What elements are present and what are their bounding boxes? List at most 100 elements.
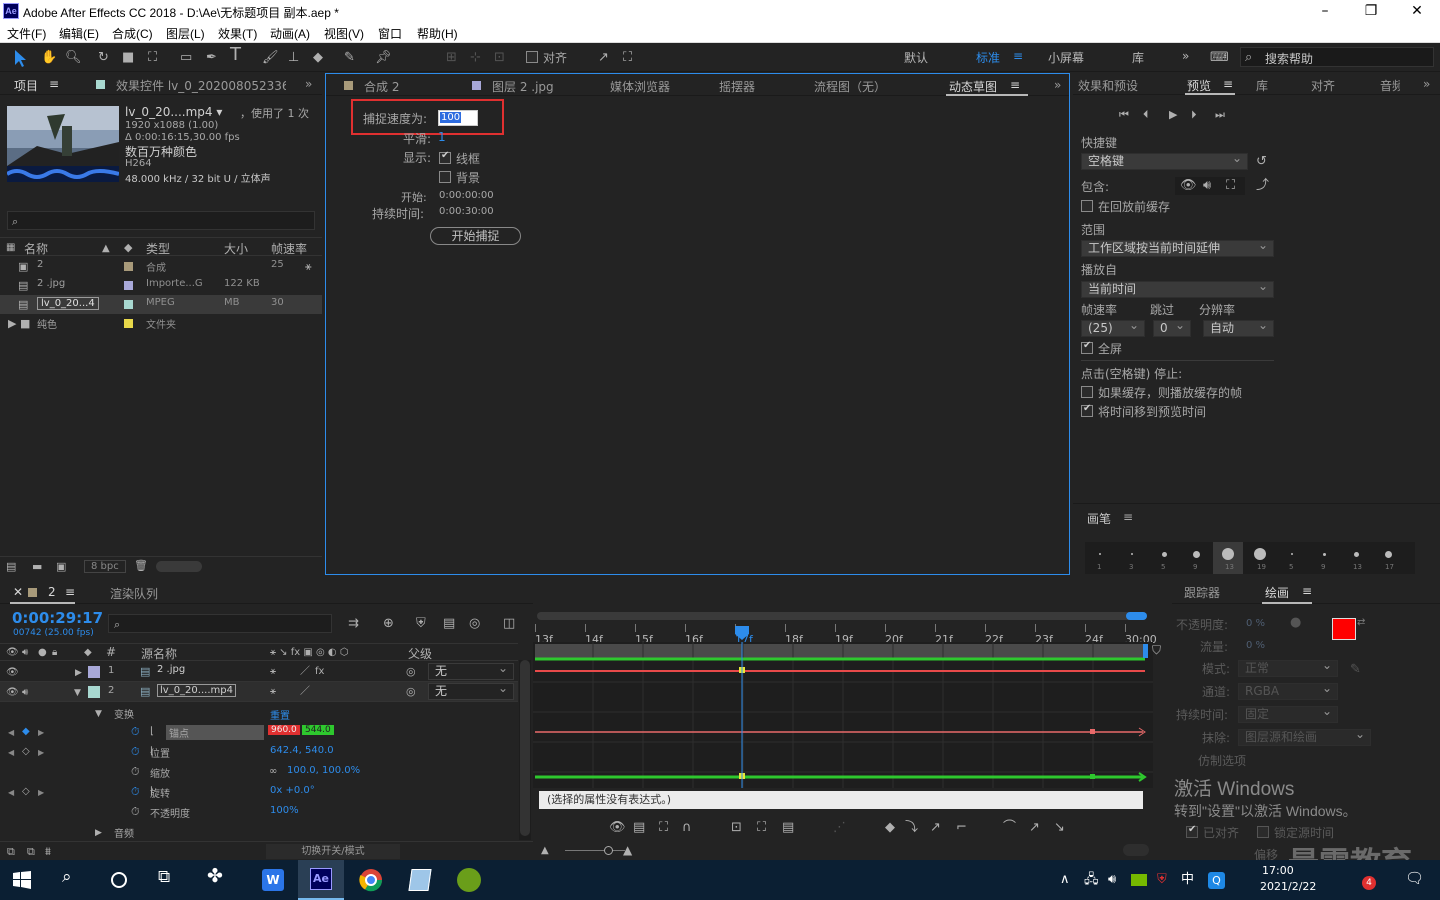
ime-indicator[interactable]: 中 bbox=[1181, 873, 1194, 886]
panel-more-icon[interactable]: » bbox=[305, 77, 312, 91]
graph-toggle-icon[interactable]: ⌊ bbox=[150, 725, 154, 738]
layer-audio-icon[interactable]: 🔊︎ bbox=[22, 686, 28, 699]
chrome-icon[interactable] bbox=[359, 868, 383, 892]
brush-tip[interactable]: 13 bbox=[1341, 542, 1371, 574]
tab-preview[interactable]: 预览 bbox=[1187, 77, 1211, 94]
cortana-icon[interactable] bbox=[111, 872, 127, 888]
roto-brush-tool-icon[interactable]: ✎ bbox=[344, 51, 355, 64]
layer-quality-switch[interactable]: ／ bbox=[300, 665, 310, 678]
keyframe-diamond-icon[interactable]: ◆ bbox=[22, 725, 30, 738]
project-item-row[interactable]: ▶ ■ 纯色 文件夹 bbox=[0, 314, 322, 333]
flow-value[interactable]: 0 % bbox=[1246, 640, 1265, 651]
export-icon[interactable]: ⤴ bbox=[1256, 179, 1269, 192]
tab-timeline-comp[interactable]: 2 bbox=[48, 585, 56, 599]
tab-paint[interactable]: 绘画 bbox=[1265, 584, 1289, 601]
item-label-color[interactable] bbox=[124, 281, 133, 290]
col-source-name[interactable]: 源名称 bbox=[141, 645, 177, 662]
expression-field[interactable]: (选择的属性没有表达式。) bbox=[539, 791, 1143, 809]
project-item-row[interactable]: ▤ lv_0_20...4 MPEG MB 30 bbox=[0, 295, 322, 314]
include-overlays-icon[interactable]: ⛶ bbox=[1226, 179, 1235, 192]
view-axis-icon[interactable]: ⊡ bbox=[494, 51, 505, 64]
close-button[interactable]: ✕ bbox=[1394, 0, 1440, 23]
opacity-value[interactable]: 0 % bbox=[1246, 618, 1265, 629]
brush-tip[interactable]: 5 bbox=[1277, 542, 1307, 574]
brush-tip[interactable]: 9 bbox=[1181, 542, 1211, 574]
next-keyframe-icon[interactable]: ▶ bbox=[38, 726, 44, 739]
menu-help[interactable]: 帮助(H) bbox=[417, 25, 458, 42]
brush-tip[interactable]: 3 bbox=[1117, 542, 1147, 574]
tab-motion-sketch[interactable]: 动态草图 bbox=[949, 78, 997, 95]
first-frame-icon[interactable]: ⏮ bbox=[1119, 108, 1129, 121]
ae-taskbar-active[interactable]: Ae bbox=[298, 860, 344, 900]
windows-start-icon[interactable] bbox=[13, 871, 31, 889]
workspace-standard[interactable]: 标准 bbox=[976, 49, 1000, 66]
menu-layer[interactable]: 图层(L) bbox=[166, 25, 205, 42]
workspace-small-screen[interactable]: 小屏幕 bbox=[1048, 49, 1084, 66]
in-out-icon[interactable]: ⩩ bbox=[45, 845, 51, 858]
property-value[interactable]: 642.4, 540.0 bbox=[270, 745, 334, 756]
layer-expand-icon[interactable]: ▼ bbox=[74, 687, 81, 700]
selection-tool-icon[interactable] bbox=[10, 48, 30, 68]
shy-layers-icon[interactable]: ⛨ bbox=[416, 617, 426, 630]
prev-keyframe-icon[interactable]: ◀ bbox=[8, 786, 14, 799]
col-type[interactable]: 类型 bbox=[146, 240, 170, 257]
timeline-scroll-thumb[interactable] bbox=[520, 660, 530, 836]
help-search-box[interactable]: ⌕ 搜索帮助 bbox=[1240, 47, 1434, 67]
security-icon[interactable]: ⛨ bbox=[1157, 873, 1167, 886]
layer-eye-icon[interactable]: 👁︎ bbox=[6, 686, 19, 699]
property-value[interactable]: 100.0, 100.0% bbox=[287, 765, 360, 776]
snap-icon[interactable]: ↗ bbox=[598, 51, 609, 64]
camera-tool-icon[interactable]: ■ bbox=[122, 51, 134, 64]
action-center-icon[interactable]: 🗨︎ bbox=[1405, 871, 1424, 886]
current-timecode[interactable]: 0:00:29:17 bbox=[12, 609, 103, 627]
zoom-slider-track[interactable] bbox=[565, 850, 625, 851]
footage-filename[interactable]: lv_0_20....mp4 ▾ bbox=[125, 105, 222, 119]
duration-dropdown[interactable]: 固定 bbox=[1238, 704, 1338, 723]
property-value[interactable]: 100% bbox=[270, 805, 299, 816]
world-axis-icon[interactable]: ⊹ bbox=[470, 51, 481, 64]
tab-effects-presets[interactable]: 效果和预设 bbox=[1078, 77, 1138, 94]
item-label-color[interactable] bbox=[124, 319, 133, 328]
mode-dropdown[interactable]: 正常 bbox=[1238, 658, 1338, 677]
parent-dropdown[interactable]: 无 bbox=[428, 661, 514, 680]
word-app-icon[interactable]: W bbox=[262, 869, 284, 891]
pinwheel-app-icon[interactable]: ✤ bbox=[207, 867, 223, 886]
anchor-y-value[interactable]: 544.0 bbox=[302, 725, 334, 735]
keyboard-icon[interactable]: ⌨ bbox=[1210, 51, 1229, 64]
layer-eye-icon[interactable]: 👁︎ bbox=[6, 666, 19, 679]
cache-before-checkbox[interactable] bbox=[1081, 200, 1093, 212]
project-search-input[interactable]: ⌕ bbox=[7, 211, 315, 230]
smooth-value[interactable]: 1 bbox=[438, 130, 446, 144]
hold-keyframe-icon[interactable]: ⤵ bbox=[905, 821, 918, 834]
rectangle-tool-icon[interactable]: ▭ bbox=[180, 51, 192, 64]
clone-stamp-tool-icon[interactable]: ⊥ bbox=[288, 51, 299, 64]
background-checkbox[interactable] bbox=[439, 171, 451, 183]
tab-wiggler[interactable]: 摇摆器 bbox=[719, 78, 755, 95]
reset-link[interactable]: 重置 bbox=[270, 707, 290, 722]
fit-selection-icon[interactable]: ⛶ bbox=[757, 821, 766, 834]
tab-audio[interactable]: 音频 bbox=[1380, 77, 1400, 94]
project-scrollbar[interactable] bbox=[156, 561, 202, 572]
project-menu-icon[interactable]: ≡ bbox=[49, 77, 59, 91]
tab-project[interactable]: 项目 bbox=[14, 77, 38, 94]
easy-ease-out-icon[interactable]: ↘ bbox=[1054, 821, 1065, 834]
zoom-slider-handle[interactable] bbox=[604, 846, 613, 855]
close-tab-icon[interactable]: ✕ bbox=[13, 586, 23, 599]
separate-dimensions-icon[interactable]: ⋰ bbox=[833, 821, 846, 834]
pan-behind-tool-icon[interactable]: ⛶ bbox=[148, 51, 157, 64]
timeline-scrollbar[interactable] bbox=[519, 660, 531, 840]
playhead-icon[interactable] bbox=[733, 624, 751, 642]
next-keyframe-icon[interactable]: ▶ bbox=[38, 786, 44, 799]
pickwhip-icon[interactable]: ◎ bbox=[406, 665, 416, 678]
layer-name[interactable]: 2 .jpg bbox=[157, 664, 185, 675]
comp-mini-flowchart-icon[interactable]: ⇉ bbox=[348, 617, 359, 630]
project-item-row[interactable]: ▣ 2 合成 25 ⚹ bbox=[0, 257, 322, 276]
layer-expand-icon[interactable]: ▶ bbox=[75, 667, 82, 680]
task-view-icon[interactable]: ⧉ bbox=[158, 869, 170, 886]
edit-keyframe-icon[interactable]: ◆ bbox=[885, 821, 895, 834]
auto-zoom-icon[interactable]: ⊡ bbox=[731, 821, 742, 834]
type-tool-icon[interactable]: T bbox=[230, 46, 241, 64]
prev-keyframe-icon[interactable]: ◀ bbox=[8, 746, 14, 759]
brush-tool-icon[interactable]: 🖌︎ bbox=[262, 51, 279, 64]
play-from-dropdown[interactable]: 当前时间 bbox=[1081, 279, 1274, 298]
